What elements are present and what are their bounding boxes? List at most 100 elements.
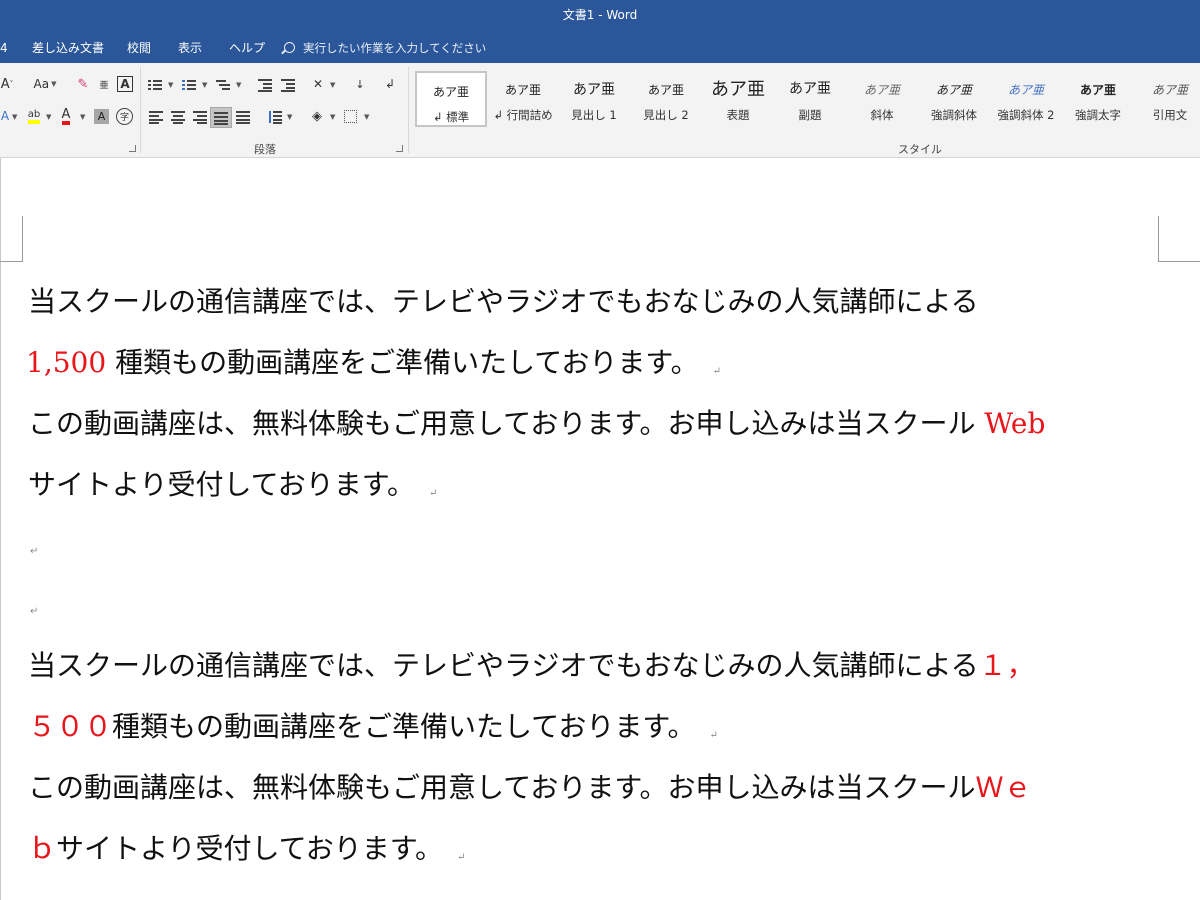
borders-dropdown-icon[interactable]: ▼ <box>364 113 369 121</box>
ribbon-tab-row: 4 差し込み文書 校閲 表示 ヘルプ 実行したい作業を入力してください <box>0 33 1200 63</box>
style-intense-emphasis[interactable]: あア亜 強調斜体 2 <box>990 71 1062 127</box>
doc-red-web: Web <box>975 407 1046 440</box>
show-marks-icon[interactable]: ↲ <box>382 75 398 93</box>
decrease-indent-icon[interactable] <box>258 79 272 92</box>
style-heading-1[interactable]: あア亜 見出し 1 <box>558 71 630 127</box>
highlight-button[interactable]: ab <box>26 107 42 125</box>
char-border-button[interactable]: A <box>117 76 133 92</box>
tell-me-box[interactable]: 実行したい作業を入力してください <box>284 33 486 63</box>
font-color-dropdown-icon[interactable]: ▼ <box>80 113 85 121</box>
clear-format-icon[interactable]: ✎ <box>74 75 92 93</box>
highlight-dropdown-icon[interactable]: ▼ <box>46 113 51 121</box>
style-emphasis[interactable]: あア亜 強調斜体 <box>918 71 990 127</box>
align-left-icon[interactable] <box>149 111 163 124</box>
tab-review[interactable]: 校閲 <box>127 33 151 63</box>
doc-red-number: 1,500 <box>26 346 107 379</box>
align-right-icon[interactable] <box>193 111 207 124</box>
numbering-dropdown-icon[interactable]: ▼ <box>202 81 207 89</box>
style-sample: あア亜 <box>573 82 615 98</box>
increase-indent-icon[interactable] <box>281 79 295 92</box>
style-quote[interactable]: あア亜 引用文 <box>1134 71 1200 127</box>
paragraph-mark-icon: ↵ <box>712 366 721 377</box>
align-center-icon[interactable] <box>171 111 185 124</box>
shading-icon[interactable]: ◈ <box>309 107 325 125</box>
doc-line-8: ｂサイトより受付しております。 ↵ <box>28 829 465 869</box>
tab-partial[interactable]: 4 <box>0 33 8 63</box>
doc-red-web: Ｗｅ <box>975 771 1032 804</box>
paragraph-mark-icon: ↵ <box>428 488 438 499</box>
doc-line-2: 1,500 種類もの動画講座をご準備いたしております。 ↵ <box>26 343 721 383</box>
styles-group-label: スタイル <box>898 143 942 156</box>
paragraph-dialog-launcher-icon[interactable] <box>396 145 403 152</box>
style-sample: あア亜 <box>432 85 469 99</box>
text-effects-dropdown-icon[interactable]: ▼ <box>12 113 17 121</box>
style-sample: あア亜 <box>1151 83 1188 97</box>
style-no-spacing[interactable]: あア亜 ↲ 行間詰め <box>487 71 559 127</box>
doc-text: 種類もの動画講座をご準備いたしております。 <box>112 710 696 743</box>
bullets-dropdown-icon[interactable]: ▼ <box>168 81 173 89</box>
char-border-label: A <box>120 77 130 91</box>
style-name: 強調斜体 2 <box>997 108 1055 122</box>
char-shading-button[interactable]: A <box>94 109 109 124</box>
enclosed-char-button[interactable]: 字 <box>116 108 133 125</box>
doc-line-7: この動画講座は、無料体験もご用意しております。お申し込みは当スクールＷｅ <box>28 768 1032 808</box>
line-spacing-icon[interactable] <box>268 111 282 124</box>
tell-me-text: 実行したい作業を入力してください <box>303 41 487 55</box>
font-dialog-launcher-icon[interactable] <box>129 145 136 152</box>
shading-dropdown-icon[interactable]: ▼ <box>330 113 335 121</box>
justify-button[interactable] <box>210 107 232 128</box>
change-case-button[interactable]: Aa ▼ <box>30 75 60 93</box>
bullets-icon[interactable] <box>148 79 162 91</box>
text-effects-label: A <box>0 109 10 123</box>
numbering-icon[interactable] <box>182 79 196 91</box>
doc-text: この動画講座は、無料体験もご用意しております。お申し込みは当スクール <box>28 407 976 440</box>
grow-font-icon[interactable]: A ˅ <box>0 75 14 93</box>
crop-mark <box>22 216 23 262</box>
multilevel-dropdown-icon[interactable]: ▼ <box>236 81 241 89</box>
doc-line-5: 当スクールの通信講座では、テレビやラジオでもおなじみの人気講師による１， <box>28 646 1035 686</box>
phonetic-guide-icon[interactable]: 亜 <box>96 75 112 93</box>
style-sample: あア亜 <box>647 83 684 97</box>
tab-help[interactable]: ヘルプ <box>229 33 265 63</box>
tab-view[interactable]: 表示 <box>178 33 202 63</box>
distributed-icon[interactable] <box>236 111 250 124</box>
doc-line-1: 当スクールの通信講座では、テレビやラジオでもおなじみの人気講師による <box>28 282 979 322</box>
crop-mark <box>1158 261 1200 262</box>
enclosed-char-label: 字 <box>119 113 129 123</box>
justify-icon <box>214 112 228 125</box>
style-sample: あア亜 <box>1007 83 1044 97</box>
style-subtle-emphasis[interactable]: あア亜 斜体 <box>846 71 918 127</box>
style-normal[interactable]: あア亜 ↲ 標準 <box>415 71 487 127</box>
doc-text: 当スクールの通信講座では、テレビやラジオでもおなじみの人気講師による <box>28 649 979 682</box>
asian-layout-dropdown-icon[interactable]: ▼ <box>330 81 335 89</box>
multilevel-list-icon[interactable] <box>216 79 230 91</box>
doc-text: サイトより受付しております。 <box>28 468 415 501</box>
paragraph-group-label: 段落 <box>254 143 276 156</box>
style-name: 斜体 <box>870 108 894 122</box>
style-subtitle[interactable]: あア亜 副題 <box>774 71 846 127</box>
doc-text: 当スクールの通信講座では、テレビやラジオでもおなじみの人気講師による <box>28 285 979 318</box>
doc-line-6: ５００種類もの動画講座をご準備いたしております。 ↵ <box>28 707 718 747</box>
style-name: 引用文 <box>1152 108 1188 122</box>
text-effects-button[interactable]: A <box>0 107 10 125</box>
style-strong[interactable]: あア亜 強調太字 <box>1062 71 1134 127</box>
font-color-button[interactable]: A <box>58 107 74 125</box>
style-title[interactable]: あア亜 表題 <box>702 71 774 127</box>
doc-line-4: サイトより受付しております。 ↵ <box>28 465 437 505</box>
sort-icon[interactable]: ↓ <box>352 75 368 93</box>
window-title: 文書1 - Word <box>562 8 638 22</box>
style-sample: あア亜 <box>504 83 541 97</box>
tab-mailings[interactable]: 差し込み文書 <box>32 33 104 63</box>
line-spacing-dropdown-icon[interactable]: ▼ <box>287 113 292 121</box>
doc-red-web: ｂ <box>28 832 57 865</box>
style-heading-2[interactable]: あア亜 見出し 2 <box>630 71 702 127</box>
group-separator <box>140 67 141 153</box>
asian-layout-icon[interactable]: ✕ <box>310 75 326 93</box>
paragraph-mark-icon: ↵ <box>456 852 466 863</box>
highlight-label: ab <box>27 109 41 124</box>
style-name: 見出し 1 <box>571 108 617 122</box>
paragraph-mark-icon: ↵ <box>30 606 39 617</box>
paragraph-mark-icon: ↵ <box>709 730 718 741</box>
style-sample: あア亜 <box>1079 83 1116 97</box>
borders-icon[interactable] <box>344 110 357 123</box>
